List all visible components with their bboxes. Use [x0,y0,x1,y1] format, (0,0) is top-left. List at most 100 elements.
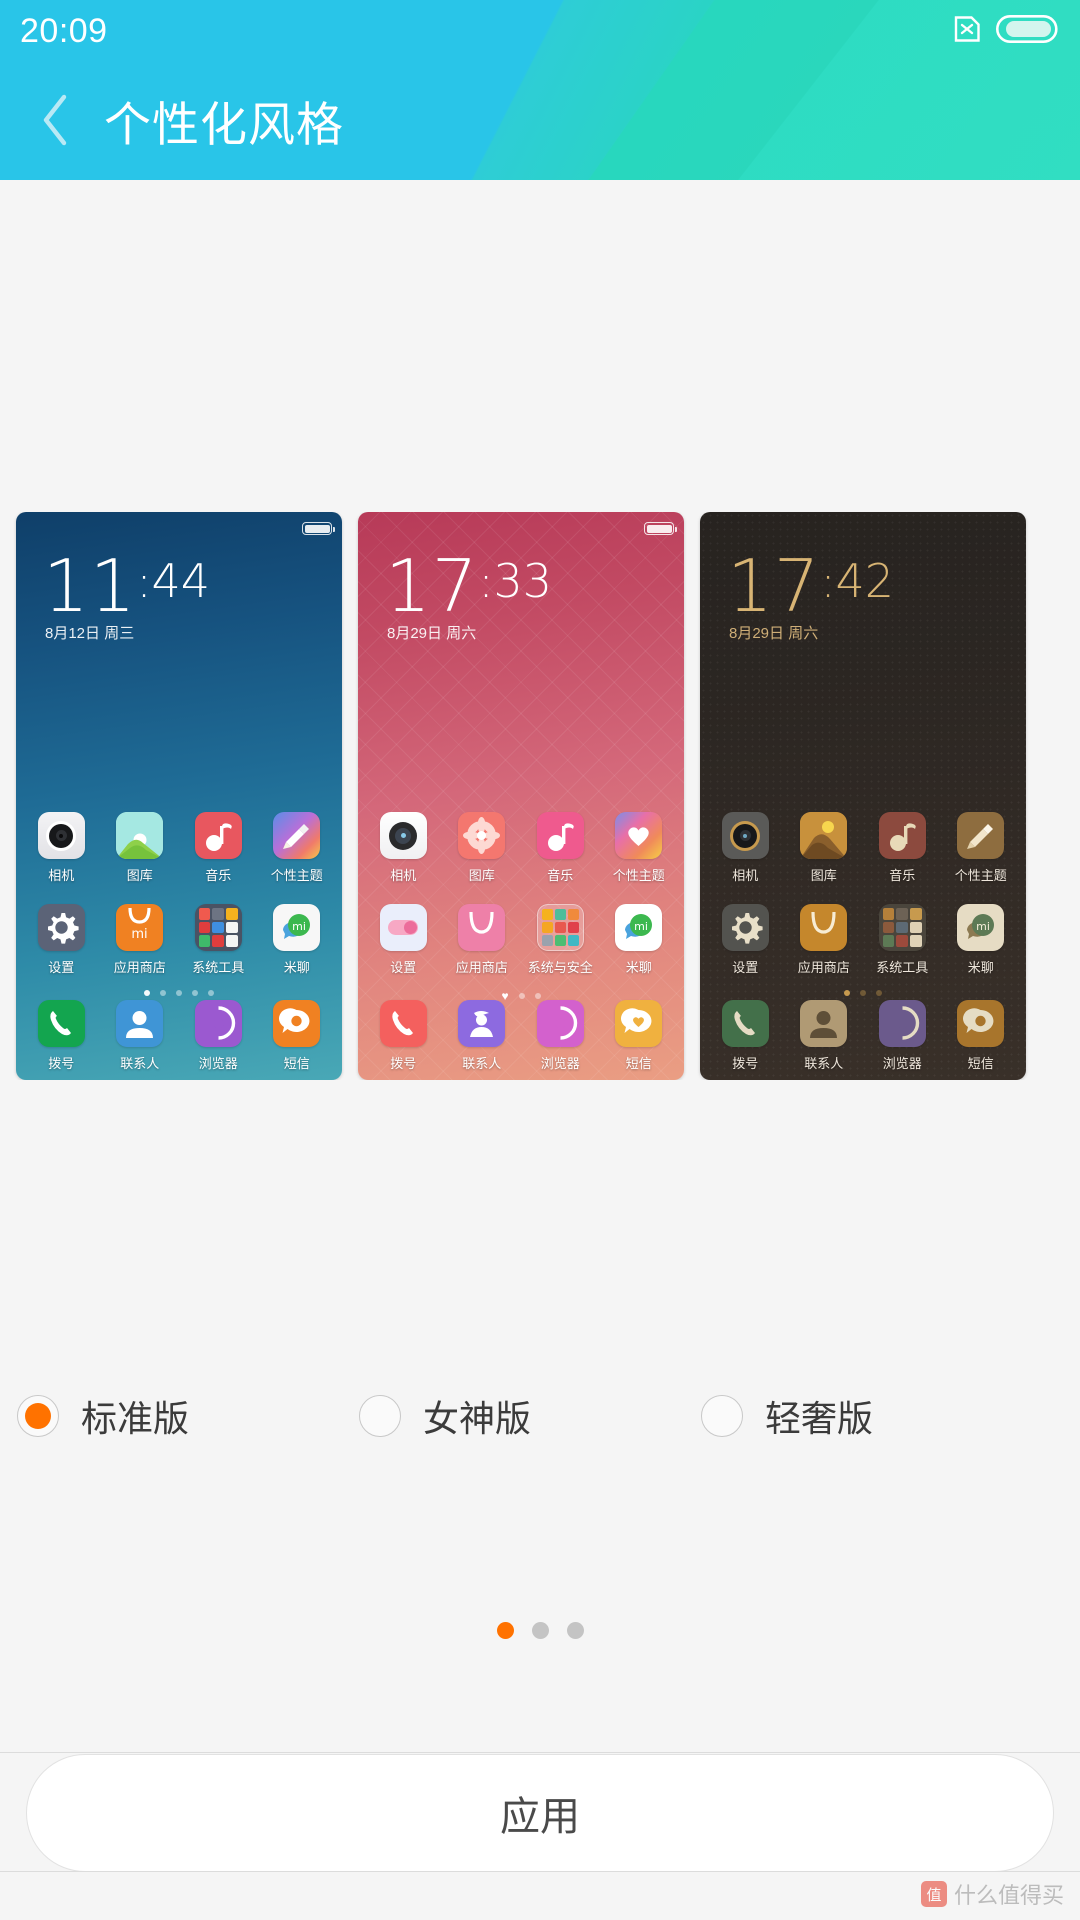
carousel-track[interactable]: 11:44 8月12日 周三 相机 图库 音乐 个性主题 设置 mi 应用商店 … [16,512,1026,1080]
dock-contacts[interactable]: 联系人 [793,1000,855,1072]
app-settings[interactable]: 设置 [714,904,776,976]
dock-contacts[interactable]: 联系人 [109,1000,171,1072]
mi-store-bag-icon [800,904,848,951]
clock-minutes: 33 [493,554,552,608]
app-camera[interactable]: 相机 [372,812,434,884]
preview-page-indicator [700,990,1026,996]
dock-contacts[interactable]: 联系人 [451,1000,513,1072]
preview-card-goddess[interactable]: 17:33 8月29日 周六 相机 图库 音乐 个性主题 设置 应用商店 系统与… [358,512,684,1080]
dock-browser[interactable]: 浏览器 [871,1000,933,1072]
app-mitalk[interactable]: mi 米聊 [608,904,670,976]
dock-dialer[interactable]: 拨号 [372,1000,434,1072]
app-theme[interactable]: 个性主题 [266,812,328,884]
app-label: 设置 [390,960,417,975]
carousel-dot-1[interactable] [496,1622,514,1639]
app-theme[interactable]: 个性主题 [950,812,1012,884]
style-option-standard[interactable]: 标准版 [17,1390,189,1442]
icon-row: 相机 图库 音乐 个性主题 [358,812,684,884]
app-camera[interactable]: 相机 [714,812,776,884]
app-label: 拨号 [48,1056,75,1071]
app-settings[interactable]: 设置 [30,904,92,976]
preview-dock: 拨号 联系人 浏览器 短信 [358,1000,684,1072]
carousel-dot-2[interactable] [531,1622,549,1639]
dock-dialer[interactable]: 拨号 [30,1000,92,1072]
mi-store-bag-icon: mi [116,904,164,951]
app-mitalk[interactable]: mi 米聊 [266,904,328,976]
style-option-luxury[interactable]: 轻奢版 [701,1390,873,1442]
app-label: 个性主题 [270,868,323,883]
style-option-goddess[interactable]: 女神版 [359,1390,531,1442]
app-label: 短信 [283,1056,310,1071]
browser-icon [536,1000,584,1047]
app-music[interactable]: 音乐 [529,812,591,884]
app-header: 20:09 个性化风格 [0,0,1080,180]
carousel-dot-3[interactable] [566,1622,584,1639]
preview-battery-icon [302,522,335,535]
radio-button[interactable] [359,1395,401,1437]
app-store[interactable]: 应用商店 [451,904,513,976]
preview-lock-clock: 17:33 [385,550,552,622]
radio-button-selected[interactable] [17,1395,59,1437]
browser-icon [194,1000,242,1047]
clock-hours: 11 [43,544,137,628]
preview-icon-grid: 相机 图库 音乐 [16,812,342,976]
mitalk-icon: mi [615,904,663,951]
title-bar: 个性化风格 [0,60,1080,180]
dock-dialer[interactable]: 拨号 [714,1000,776,1072]
app-system-security[interactable]: 系统与安全 [528,904,593,976]
style-option-group: 标准版 女神版 轻奢版 [0,1390,1080,1470]
svg-text:mi: mi [976,920,990,933]
preview-page-indicator [16,990,342,996]
back-button[interactable] [18,83,92,157]
app-label: 应用商店 [797,960,850,975]
preview-card-luxury[interactable]: 17:42 8月29日 周六 相机 图库 音乐 个性主题 设置 应用商店 系统工… [700,512,1026,1080]
app-store[interactable]: 应用商店 [793,904,855,976]
app-camera[interactable]: 相机 [30,812,92,884]
gallery-icon [116,812,164,859]
browser-icon [878,1000,926,1047]
app-label: 音乐 [547,868,574,883]
app-theme[interactable]: 个性主题 [608,812,670,884]
sim-card-x-icon [952,14,982,44]
radio-button[interactable] [701,1395,743,1437]
clock-minutes: 44 [151,554,210,608]
app-system-tools[interactable]: 系统工具 [187,904,249,976]
app-settings[interactable]: 设置 [372,904,434,976]
music-note-icon [536,812,584,859]
icon-row: 设置 应用商店 [358,904,684,976]
app-music[interactable]: 音乐 [871,812,933,884]
app-music[interactable]: 音乐 [187,812,249,884]
style-option-label: 轻奢版 [765,1398,874,1439]
clock-hours: 17 [385,544,479,628]
app-gallery[interactable]: 图库 [109,812,171,884]
app-gallery[interactable]: 图库 [793,812,855,884]
icon-row: 相机 图库 音乐 个性主题 [700,812,1026,884]
toggle-switch-icon [379,904,427,951]
style-preview-carousel[interactable]: 11:44 8月12日 周三 相机 图库 音乐 个性主题 设置 mi 应用商店 … [0,512,1080,1080]
mitalk-icon: mi [957,904,1005,951]
preview-battery-icon [644,522,677,535]
system-tools-folder-icon [194,904,242,951]
dock-browser[interactable]: 浏览器 [529,1000,591,1072]
app-label: 设置 [732,960,759,975]
app-mitalk[interactable]: mi 米聊 [950,904,1012,976]
preview-icon-grid: 相机 图库 音乐 [700,812,1026,976]
music-note-icon [194,812,242,859]
theme-brush-icon [273,812,321,859]
apply-button[interactable]: 应用 [26,1753,1054,1872]
dock-browser[interactable]: 浏览器 [187,1000,249,1072]
dock-sms[interactable]: 短信 [608,1000,670,1072]
preview-lock-date: 8月29日 周六 [729,625,819,642]
dock-sms[interactable]: 短信 [950,1000,1012,1072]
preview-card-standard[interactable]: 11:44 8月12日 周三 相机 图库 音乐 个性主题 设置 mi 应用商店 … [16,512,342,1080]
dock-sms[interactable]: 短信 [266,1000,328,1072]
carousel-page-indicator[interactable] [0,1622,1080,1639]
apply-button-bar: 应用 [0,1752,1080,1872]
preview-dock: 拨号 联系人 浏览器 短信 [16,1000,342,1072]
app-system-tools[interactable]: 系统工具 [871,904,933,976]
app-store[interactable]: mi 应用商店 [109,904,171,976]
app-gallery[interactable]: 图库 [451,812,513,884]
system-tools-folder-icon [878,904,926,951]
app-label: 个性主题 [954,868,1007,883]
status-bar-indicators [952,14,1058,44]
